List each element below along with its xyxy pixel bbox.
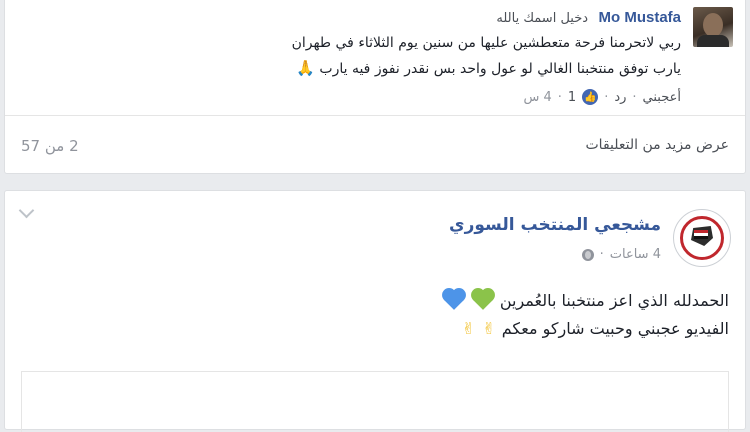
post-author-link[interactable]: مشجعي المنتخب السوري [449, 215, 661, 235]
post-meta: 4 ساعات · [581, 247, 661, 262]
post-timestamp[interactable]: 4 ساعات [610, 247, 661, 262]
blue-heart-icon [443, 290, 464, 310]
avatar-shirt [697, 35, 729, 47]
divider [5, 115, 745, 116]
green-heart-icon [472, 290, 493, 310]
victory-hand-icon: ✌ [482, 319, 496, 338]
comment-like-button[interactable]: أعجبني [643, 90, 681, 105]
separator-dot: · [599, 247, 604, 262]
comment-author-link[interactable]: Mo Mustafa [599, 9, 682, 26]
separator-dot: · [604, 89, 609, 105]
flag-icon [694, 230, 708, 239]
avatar-face [703, 13, 723, 37]
post-text-line-2: الفيديو عجبني وحبيت شاركو معكم ✌ ✌ [461, 319, 729, 338]
comment-card: Mo Mustafa دخيل اسمك يالله ربي لاتحرمنا … [4, 0, 746, 174]
folded-hands-emoji-icon: 🙏 [296, 59, 315, 77]
globe-icon[interactable] [581, 248, 594, 261]
view-more-comments-link[interactable]: عرض مزيد من التعليقات [586, 137, 730, 153]
commenter-avatar[interactable] [693, 7, 733, 47]
video-container[interactable] [21, 371, 729, 432]
victory-hand-icon: ✌ [461, 319, 476, 338]
post-text-line-2-text: الفيديو عجبني وحبيت شاركو معكم [501, 319, 729, 338]
post-text-line-1: الحمدلله الذي اعز منتخبنا بالعُمرين [442, 290, 729, 310]
comment-reply-button[interactable]: رد [614, 90, 626, 105]
chevron-down-icon[interactable] [18, 202, 35, 219]
comment-text-line-2: يارب توفق منتخبنا الغالي لو عول واحد بس … [292, 59, 681, 77]
comment-text-line-1: ربي لاتحرمنا فرحة متعطشين عليها من سنين … [291, 35, 681, 51]
like-thumb-icon[interactable]: 👍 [582, 89, 599, 105]
post-text-line-1-text: الحمدلله الذي اعز منتخبنا بالعُمرين [499, 291, 729, 310]
comment-header: Mo Mustafa دخيل اسمك يالله [496, 9, 681, 26]
page-avatar[interactable] [673, 209, 731, 267]
separator-dot: · [632, 89, 637, 105]
post-card: مشجعي المنتخب السوري 4 ساعات · الحمدلله … [4, 190, 746, 432]
comment-author-subtitle: دخيل اسمك يالله [496, 11, 589, 26]
comment-timestamp[interactable]: 4 س [523, 90, 551, 105]
separator-dot: · [557, 89, 562, 105]
comment-text-line-2-text: يارب توفق منتخبنا الغالي لو عول واحد بس … [319, 61, 681, 77]
comment-like-count[interactable]: 1 [568, 90, 576, 105]
comments-count: 2 من 57 [21, 137, 79, 155]
comment-actions: أعجبني · رد · 👍 1 · 4 س [523, 89, 681, 105]
